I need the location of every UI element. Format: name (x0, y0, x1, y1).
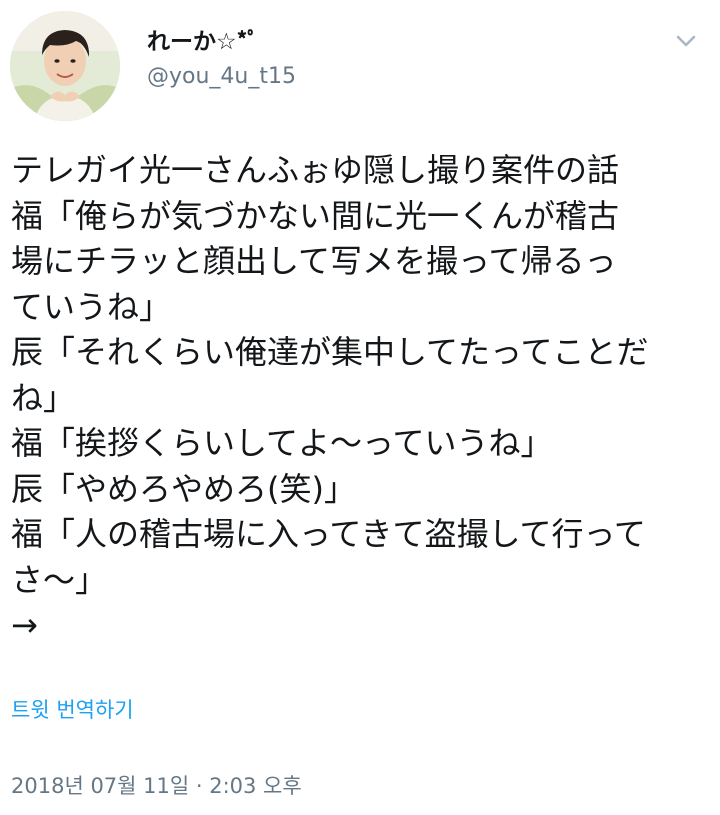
display-name[interactable]: れーか☆*ﾟ (147, 26, 296, 58)
user-handle[interactable]: @you_4u_t15 (147, 62, 296, 92)
user-names: れーか☆*ﾟ @you_4u_t15 (147, 26, 296, 92)
avatar[interactable] (10, 11, 120, 121)
tweet-line: 辰「やめろやめろ(笑)」 (11, 469, 356, 508)
tweet-line: 福「俺らが気づかない間に光一くんが稽古 (11, 196, 620, 235)
translate-tweet-link[interactable]: 트윗 번역하기 (11, 694, 134, 726)
chevron-down-icon[interactable] (668, 26, 704, 56)
tweet-line: 福「挨拶くらいしてよ〜っていうね」 (11, 424, 553, 462)
tweet-line: ね」 (11, 378, 76, 417)
tweet-line: さ〜」 (11, 560, 108, 599)
tweet-text: テレガイ光一さんふぉゆ隠し撮り案件の話 福「俺らが気づかない間に光一くんが稽古 … (11, 148, 711, 649)
tweet-line: ていうね」 (11, 287, 172, 326)
tweet-timestamp[interactable]: 2018년 07월 11일 · 2:03 오후 (11, 770, 302, 802)
tweet-line: 場にチラッと顔出して写メを撮って帰るっ (11, 242, 617, 280)
tweet-header: れーか☆*ﾟ @you_4u_t15 (0, 0, 720, 130)
tweet-line: テレガイ光一さんふぉゆ隠し撮り案件の話 (11, 151, 620, 189)
profile-photo-icon (10, 11, 120, 121)
tweet-line: 福「人の稽古場に入ってきて盗撮して行って (11, 515, 646, 553)
tweet-line: 辰「それくらい俺達が集中してたってことだ (11, 333, 649, 371)
tweet-line: → (11, 606, 38, 644)
